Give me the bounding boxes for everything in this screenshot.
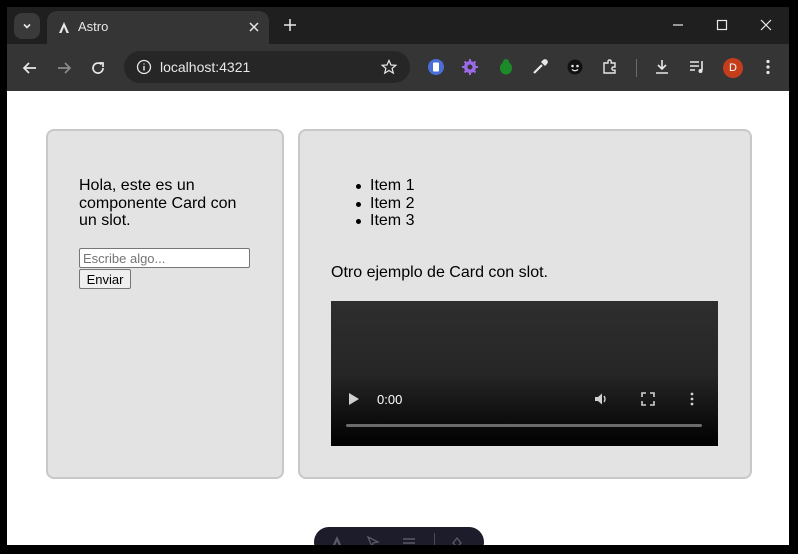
browser-toolbar: localhost:4321 D: [7, 44, 789, 91]
url-text[interactable]: localhost:4321: [160, 59, 250, 75]
item-list: Item 1 Item 2 Item 3: [355, 177, 415, 230]
back-arrow-icon[interactable]: [21, 59, 39, 77]
text-input[interactable]: [79, 248, 250, 268]
play-icon[interactable]: [348, 392, 360, 406]
address-bar[interactable]: localhost:4321: [124, 51, 410, 83]
browser-window: Astro localhost:4321 D Hola, este es un …: [7, 7, 789, 545]
bookmark-star-icon[interactable]: [381, 59, 397, 75]
new-tab-icon[interactable]: [283, 18, 297, 32]
close-icon[interactable]: [247, 20, 261, 34]
window-close-icon[interactable]: [760, 19, 772, 31]
tab-astro[interactable]: Astro: [47, 11, 269, 44]
card-text: Otro ejemplo de Card con slot.: [331, 264, 548, 281]
video-progress-bar[interactable]: [346, 424, 702, 427]
list-item: Item 2: [355, 194, 415, 212]
astro-logo-icon: [59, 22, 69, 33]
minimize-icon[interactable]: [672, 19, 684, 31]
menu-dots-icon[interactable]: [759, 58, 777, 76]
forward-arrow-icon[interactable]: [55, 59, 73, 77]
list-item: Item 3: [355, 212, 415, 229]
list-item: Item 1: [355, 177, 415, 194]
toolbar-divider: [636, 59, 637, 77]
card-media: Item 1 Item 2 Item 3 Otro ejemplo de Car…: [298, 129, 752, 479]
volume-icon[interactable]: [593, 391, 609, 407]
download-icon[interactable]: [653, 58, 671, 76]
astro-logo-icon[interactable]: [330, 535, 344, 545]
docs-extension-icon[interactable]: [427, 58, 445, 76]
chevron-down-icon: [23, 23, 31, 29]
send-button[interactable]: Enviar: [79, 269, 131, 289]
media-queue-icon[interactable]: [688, 58, 706, 76]
tab-title: Astro: [78, 19, 109, 34]
video-player[interactable]: 0:00: [331, 301, 718, 446]
color-picker-icon[interactable]: [531, 58, 549, 76]
settings-icon[interactable]: [450, 535, 464, 545]
gear-extension-icon[interactable]: [461, 58, 479, 76]
bug-extension-icon[interactable]: [497, 58, 515, 76]
title-bar: Astro: [7, 7, 789, 44]
video-menu-icon[interactable]: [689, 392, 695, 406]
inspect-icon[interactable]: [366, 535, 380, 545]
dev-toolbar-divider: [434, 533, 435, 545]
maximize-icon[interactable]: [716, 19, 728, 31]
extensions-puzzle-icon[interactable]: [601, 58, 619, 76]
profile-avatar[interactable]: D: [723, 58, 743, 78]
site-info-icon[interactable]: [136, 59, 152, 75]
audit-list-icon[interactable]: [402, 535, 416, 545]
astro-dev-toolbar[interactable]: [314, 527, 484, 545]
page-viewport: Hola, este es un componente Card con un …: [7, 91, 789, 545]
card-form: Hola, este es un componente Card con un …: [46, 129, 284, 479]
face-extension-icon[interactable]: [566, 58, 584, 76]
tab-search-button[interactable]: [14, 13, 40, 39]
reload-icon[interactable]: [89, 59, 107, 77]
fullscreen-icon[interactable]: [641, 392, 655, 406]
card-text: Hola, este es un componente Card con un …: [79, 177, 237, 229]
video-time: 0:00: [377, 392, 403, 407]
